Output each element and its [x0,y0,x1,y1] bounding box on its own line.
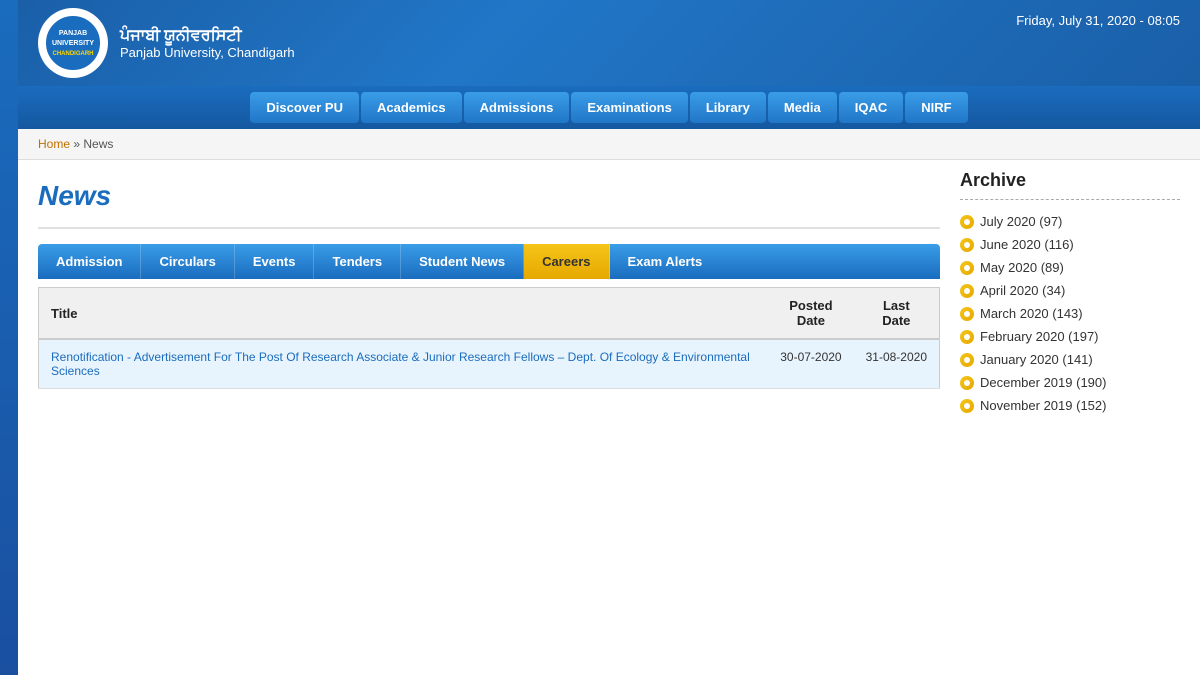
archive-link-feb-2020[interactable]: February 2020 (197) [980,329,1099,344]
col-title: Title [39,288,769,340]
archive-bullet-icon [960,284,974,298]
archive-link-jul-2020[interactable]: July 2020 (97) [980,214,1062,229]
university-logo: PANJAB UNIVERSITY CHANDIGARH [38,8,108,78]
col-last-date: LastDate [854,288,940,340]
table-row: Renotification - Advertisement For The P… [39,339,940,389]
list-item: February 2020 (197) [960,325,1180,348]
tab-tenders[interactable]: Tenders [314,244,401,279]
svg-text:UNIVERSITY: UNIVERSITY [52,40,94,47]
breadcrumb-home[interactable]: Home [38,137,70,151]
archive-bullet-icon [960,238,974,252]
col-posted-date: PostedDate [768,288,853,340]
list-item: May 2020 (89) [960,256,1180,279]
list-item: January 2020 (141) [960,348,1180,371]
list-item: March 2020 (143) [960,302,1180,325]
list-item: July 2020 (97) [960,210,1180,233]
archive-link-dec-2019[interactable]: December 2019 (190) [980,375,1106,390]
archive-title: Archive [960,170,1180,200]
tab-admission[interactable]: Admission [38,244,141,279]
archive-bullet-icon [960,330,974,344]
nav-items-container: Discover PU Academics Admissions Examina… [250,86,967,129]
nav-item-iqac[interactable]: IQAC [839,92,904,123]
news-posted-date: 30-07-2020 [768,339,853,389]
breadcrumb: Home » News [18,129,1200,160]
list-item: June 2020 (116) [960,233,1180,256]
archive-link-apr-2020[interactable]: April 2020 (34) [980,283,1065,298]
news-tabs-bar: Admission Circulars Events Tenders Stude… [38,244,940,279]
archive-link-mar-2020[interactable]: March 2020 (143) [980,306,1083,321]
news-title-cell: Renotification - Advertisement For The P… [39,339,769,389]
breadcrumb-separator: » [73,137,83,151]
nav-item-admissions[interactable]: Admissions [464,92,570,123]
svg-text:PANJAB: PANJAB [59,30,87,37]
archive-bullet-icon [960,399,974,413]
header-logo: PANJAB UNIVERSITY CHANDIGARH ਪੰਜਾਬੀ ਯੂਨੀ… [38,8,295,78]
svg-text:CHANDIGARH: CHANDIGARH [53,51,94,57]
news-title-link[interactable]: Renotification - Advertisement For The P… [51,350,750,378]
nav-item-nirf[interactable]: NIRF [905,92,967,123]
archive-link-nov-2019[interactable]: November 2019 (152) [980,398,1106,413]
blue-side-strip [0,0,18,675]
list-item: December 2019 (190) [960,371,1180,394]
archive-bullet-icon [960,261,974,275]
archive-bullet-icon [960,353,974,367]
header-datetime: Friday, July 31, 2020 - 08:05 [1016,8,1180,28]
nav-item-academics[interactable]: Academics [361,92,462,123]
archive-link-jan-2020[interactable]: January 2020 (141) [980,352,1093,367]
sidebar: Archive July 2020 (97) June 2020 (116) M… [960,170,1180,417]
news-table: Title PostedDate LastDate Renotification… [38,287,940,389]
content-area: News Admission Circulars Events Tenders … [38,170,940,417]
tab-student-news[interactable]: Student News [401,244,524,279]
list-item: November 2019 (152) [960,394,1180,417]
archive-bullet-icon [960,376,974,390]
main-container: News Admission Circulars Events Tenders … [18,160,1200,427]
archive-link-may-2020[interactable]: May 2020 (89) [980,260,1064,275]
nav-item-discover-pu[interactable]: Discover PU [250,92,359,123]
nav-item-media[interactable]: Media [768,92,837,123]
main-navigation: Discover PU Academics Admissions Examina… [18,86,1200,129]
tab-careers[interactable]: Careers [524,244,609,279]
tab-exam-alerts[interactable]: Exam Alerts [610,244,721,279]
tab-circulars[interactable]: Circulars [141,244,234,279]
nav-item-library[interactable]: Library [690,92,766,123]
archive-bullet-icon [960,307,974,321]
tab-events[interactable]: Events [235,244,315,279]
header: PANJAB UNIVERSITY CHANDIGARH ਪੰਜਾਬੀ ਯੂਨੀ… [18,0,1200,86]
news-last-date: 31-08-2020 [854,339,940,389]
nav-item-examinations[interactable]: Examinations [571,92,688,123]
archive-link-jun-2020[interactable]: June 2020 (116) [980,237,1074,252]
breadcrumb-current: News [83,137,113,151]
archive-bullet-icon [960,215,974,229]
page-title: News [38,170,940,229]
archive-list: July 2020 (97) June 2020 (116) May 2020 … [960,210,1180,417]
list-item: April 2020 (34) [960,279,1180,302]
